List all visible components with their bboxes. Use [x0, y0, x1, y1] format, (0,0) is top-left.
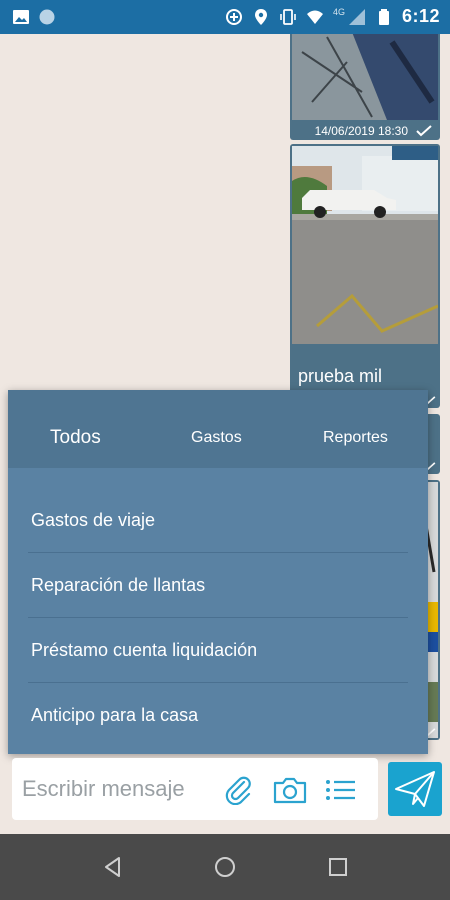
photo-message[interactable]: prueba mil: [290, 144, 440, 408]
message-composer: [12, 758, 378, 820]
menu-item-gastos-de-viaje[interactable]: Gastos de viaje: [28, 488, 408, 553]
menu-item-anticipo-para-la-casa[interactable]: Anticipo para la casa: [28, 683, 408, 748]
home-icon[interactable]: [212, 854, 238, 880]
tab-todos[interactable]: Todos: [50, 427, 101, 449]
message-timestamp: 14/06/2019 18:30: [314, 124, 408, 138]
photo-thumbnail[interactable]: [292, 34, 438, 120]
tab-gastos[interactable]: Gastos: [191, 429, 242, 447]
network-type-label: 4G: [332, 6, 345, 17]
popup-menu-list: Gastos de viaje Reparación de llantas Pr…: [8, 488, 428, 748]
photo-thumbnail[interactable]: [292, 146, 438, 344]
camera-icon[interactable]: [272, 775, 308, 805]
wifi-icon: [306, 10, 323, 24]
send-button[interactable]: [388, 762, 442, 816]
photo-message[interactable]: 14/06/2019 18:30: [290, 34, 440, 140]
menu-item-prestamo-cuenta-liquidacion[interactable]: Préstamo cuenta liquidación: [28, 618, 408, 683]
data-saver-icon: [225, 8, 242, 25]
battery-icon: [378, 8, 389, 25]
message-caption: prueba mil: [298, 366, 383, 386]
message-input[interactable]: [22, 772, 222, 806]
signal-icon: [348, 8, 365, 25]
image-icon: [13, 10, 29, 24]
status-bar: 4G 6:12: [0, 0, 450, 34]
attachment-icon[interactable]: [224, 775, 254, 805]
category-popup: Todos Gastos Reportes Gastos de viaje Re…: [8, 390, 428, 754]
send-icon: [395, 771, 435, 807]
menu-item-reparacion-de-llantas[interactable]: Reparación de llantas: [28, 553, 408, 618]
location-icon: [254, 8, 267, 25]
recents-icon[interactable]: [325, 854, 351, 880]
check-icon: [416, 125, 432, 137]
circle-icon: [39, 9, 55, 25]
popup-tabs: Todos Gastos Reportes: [8, 390, 428, 468]
back-icon[interactable]: [100, 854, 126, 880]
tab-reportes[interactable]: Reportes: [323, 429, 388, 447]
clock: 6:12: [401, 6, 440, 26]
vibrate-icon: [280, 8, 296, 25]
navigation-bar: [0, 834, 450, 900]
list-icon[interactable]: [324, 775, 358, 805]
